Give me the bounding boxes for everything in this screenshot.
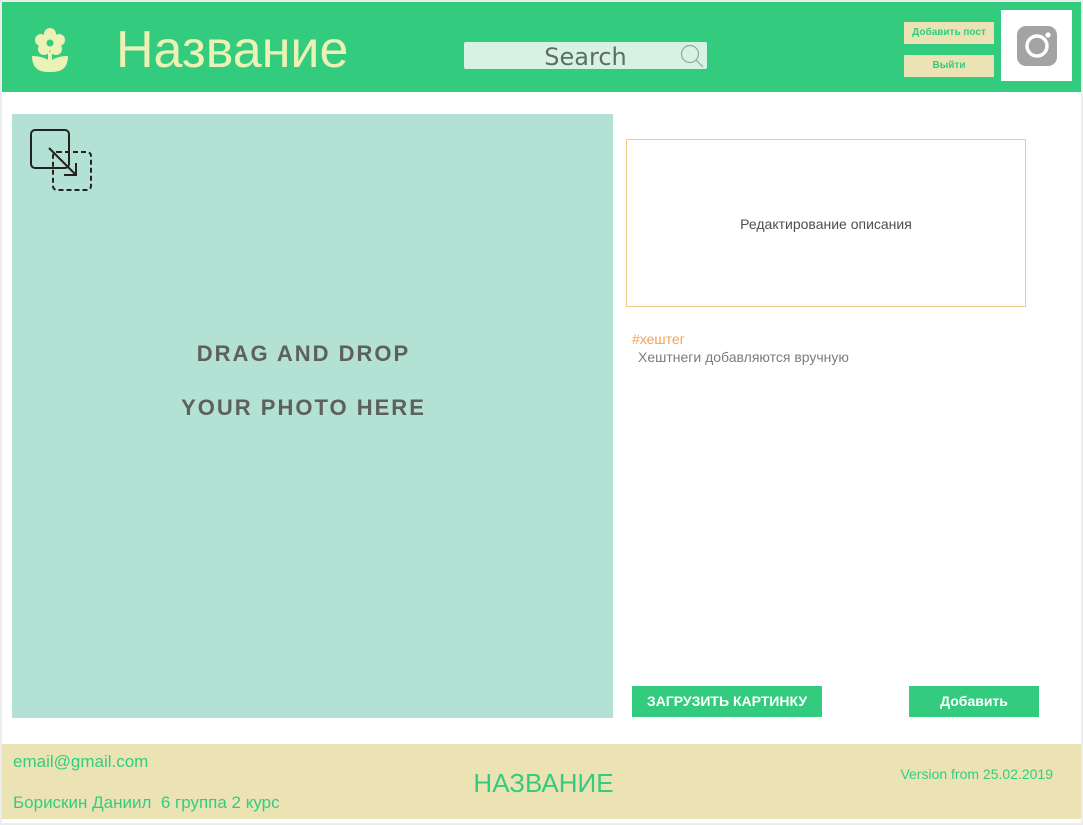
search-bar[interactable]: Search <box>464 42 707 71</box>
add-post-button[interactable]: Добавить пост <box>904 22 994 44</box>
upload-image-button[interactable]: ЗАГРУЗИТЬ КАРТИНКУ <box>632 686 822 717</box>
search-icon[interactable] <box>679 43 705 69</box>
version-label: Version from 25.02.2019 <box>900 766 1053 782</box>
hashtag-link[interactable]: #хештег <box>632 331 685 347</box>
site-title: Название <box>116 21 349 79</box>
footer: email@gmail.com Борискин Даниил 6 группа… <box>2 744 1081 819</box>
flower-icon[interactable] <box>28 26 72 74</box>
camera-icon <box>1017 26 1057 66</box>
avatar[interactable] <box>1001 10 1072 81</box>
description-placeholder: Редактирование описания <box>740 216 912 232</box>
dropzone-title: DRAG AND DROP <box>196 341 411 366</box>
logout-button[interactable]: Выйти <box>904 55 994 77</box>
drag-drop-icon <box>30 129 92 191</box>
photo-dropzone[interactable]: DRAG AND DROP YOUR PHOTO HERE <box>12 114 613 718</box>
dropzone-subtitle: YOUR PHOTO HERE <box>181 395 426 420</box>
hashtag-hint: Хештнеги добавляются вручную <box>638 349 849 365</box>
search-input[interactable]: Search <box>464 43 707 71</box>
top-header: Название Search <box>2 2 1081 92</box>
add-button[interactable]: Добавить <box>909 686 1039 717</box>
description-field[interactable]: Редактирование описания <box>626 139 1026 307</box>
